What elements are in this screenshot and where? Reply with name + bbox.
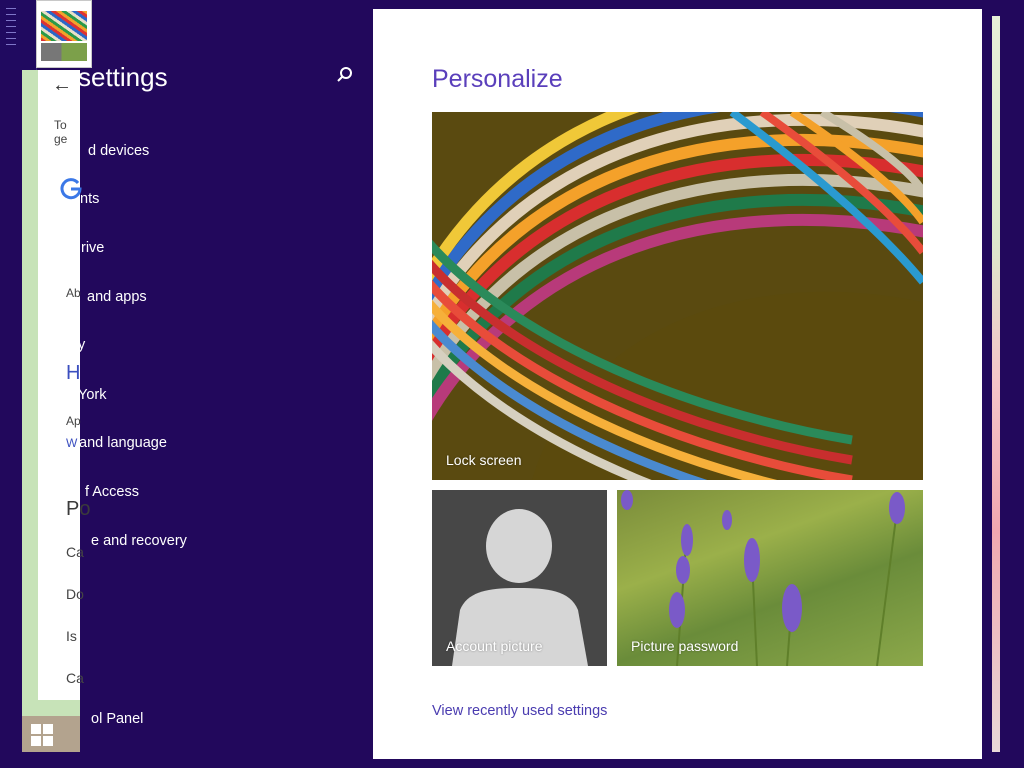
account-picture-label: Account picture xyxy=(446,638,543,654)
background-snippet: Ab xyxy=(66,286,81,300)
background-snippet: Is xyxy=(66,628,77,644)
personalize-pane: Personalize Lock screen Account picture … xyxy=(373,9,982,759)
nav-item-accounts[interactable]: nts xyxy=(80,191,99,207)
background-snippet: Ca xyxy=(66,544,84,560)
page-title: Personalize xyxy=(432,65,563,93)
nav-item-privacy[interactable]: y xyxy=(78,337,85,353)
nav-item-ease-of-access[interactable]: f Access xyxy=(85,484,139,500)
nav-item-pc-and-devices[interactable]: d devices xyxy=(88,143,149,159)
background-snippet: Ca xyxy=(66,670,84,686)
lock-screen-label: Lock screen xyxy=(446,452,522,468)
account-picture-tile[interactable]: Account picture xyxy=(432,490,607,666)
right-edge-window xyxy=(992,16,1000,752)
background-window[interactable]: ← To ge Ab H Ap W Po Ca Do Is Ca xyxy=(22,70,90,716)
lock-screen-image xyxy=(432,112,923,480)
background-snippet: Po xyxy=(66,498,91,520)
nav-item-onedrive[interactable]: rive xyxy=(81,240,104,256)
nav-item-search-and-apps[interactable]: and apps xyxy=(87,289,147,305)
back-arrow-icon[interactable]: ← xyxy=(52,74,72,97)
thumbnail-image-lower xyxy=(41,43,87,61)
background-snippet: H xyxy=(66,362,81,384)
view-recently-used-settings-link[interactable]: View recently used settings xyxy=(432,703,607,719)
windows-logo-icon xyxy=(31,724,53,746)
settings-title: settings xyxy=(78,62,168,92)
start-button[interactable] xyxy=(22,716,80,752)
picture-password-tile[interactable]: Picture password xyxy=(617,490,923,666)
thumbnail-image xyxy=(41,11,87,41)
picture-password-label: Picture password xyxy=(631,638,739,654)
app-thumbnail[interactable] xyxy=(36,0,92,68)
taskbar-thumbnail-strip xyxy=(0,0,37,70)
nav-item-update-and-recovery[interactable]: e and recovery xyxy=(91,533,187,549)
nav-item-network[interactable]: York xyxy=(78,387,106,403)
background-snippet: Do xyxy=(66,586,84,602)
search-icon[interactable] xyxy=(336,66,354,84)
background-snippet: W xyxy=(66,436,78,450)
nav-item-time-and-language[interactable]: and language xyxy=(79,435,167,451)
google-logo-icon xyxy=(60,178,82,200)
background-snippet: Ap xyxy=(66,414,81,428)
background-snippet: To ge xyxy=(54,118,68,146)
nav-item-control-panel[interactable]: ol Panel xyxy=(91,711,143,727)
lock-screen-tile[interactable]: Lock screen xyxy=(432,112,923,480)
background-window-content: ← To ge Ab H Ap W Po Ca Do Is Ca xyxy=(38,70,90,700)
